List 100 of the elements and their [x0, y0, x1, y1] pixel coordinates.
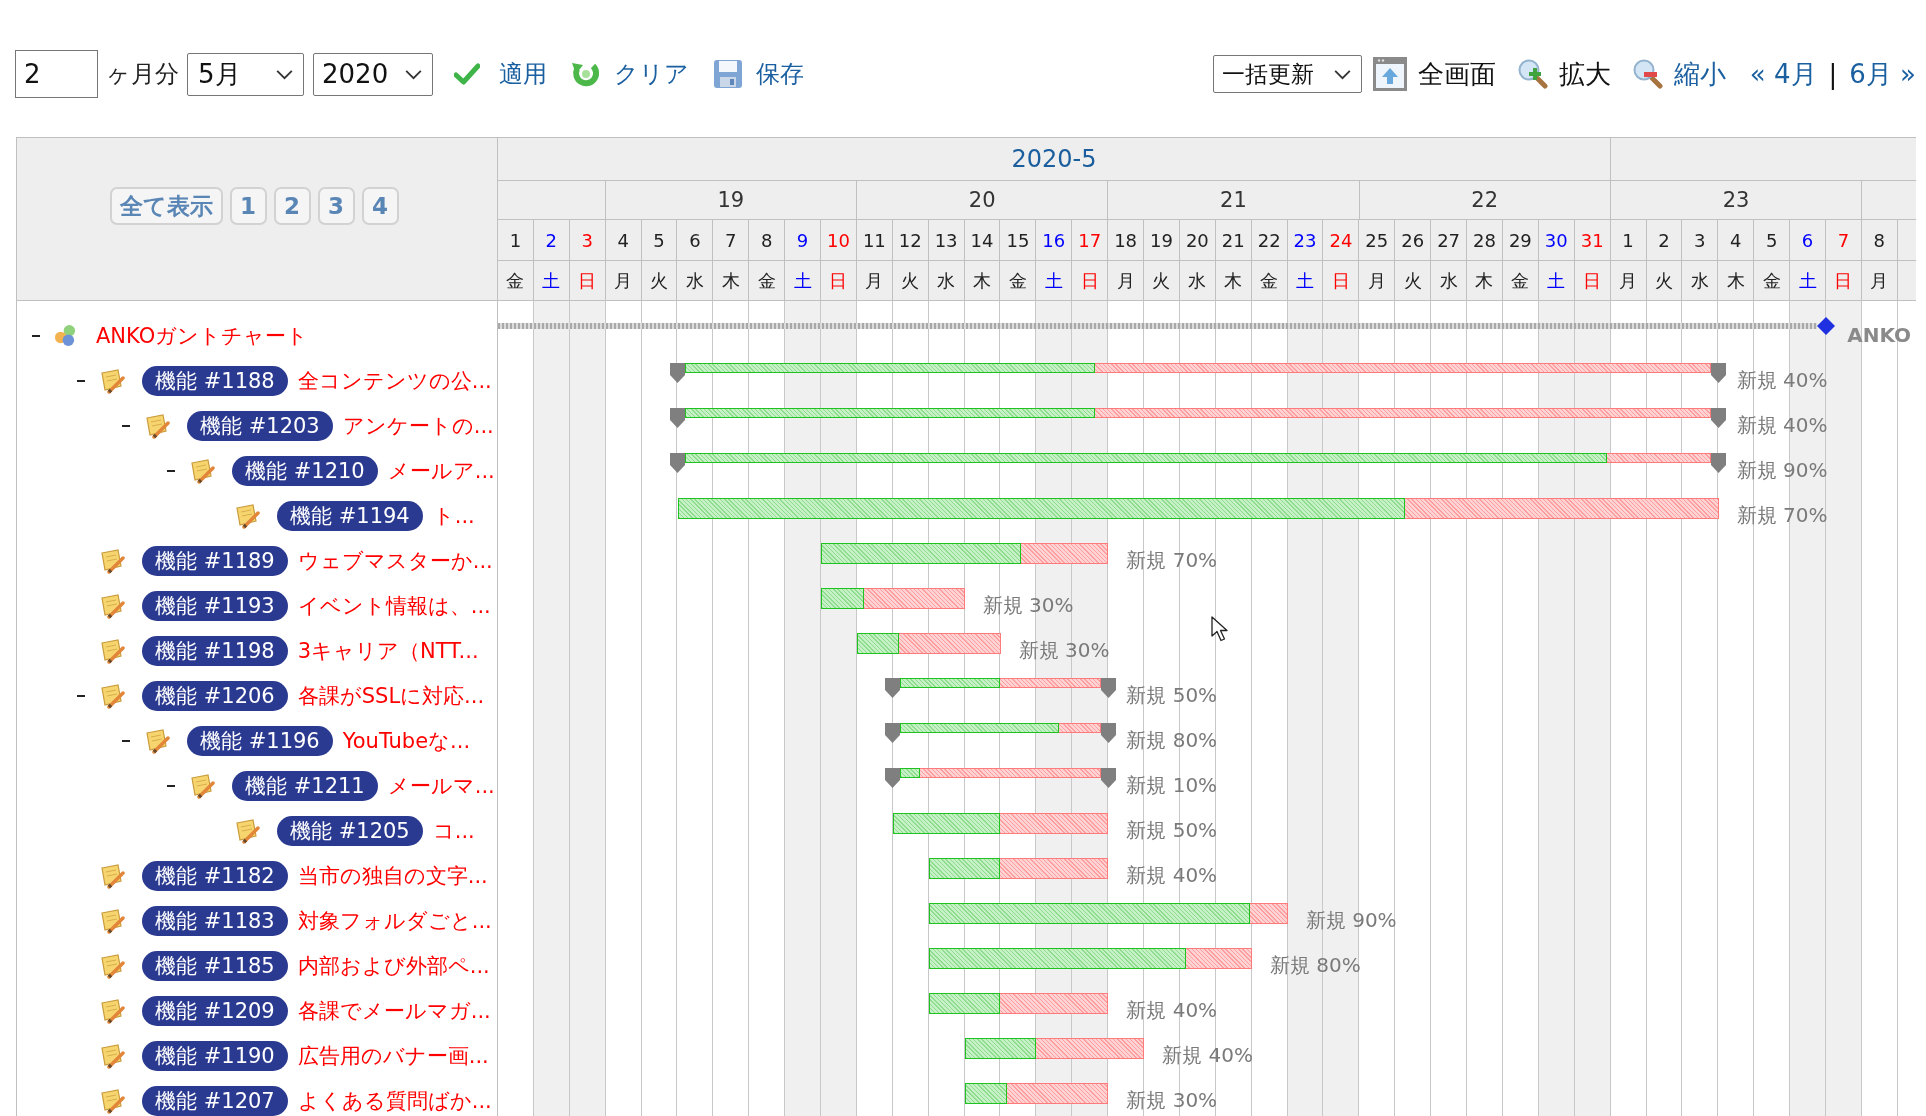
issue-tag[interactable]: 機能 #1207 — [142, 1085, 288, 1116]
task-bar[interactable] — [964, 1083, 1109, 1104]
task-bar[interactable] — [964, 1038, 1145, 1059]
note-pencil-icon — [99, 952, 125, 979]
bar-label: 新規 80% — [1269, 952, 1361, 979]
task-title[interactable]: メールア... — [387, 456, 495, 485]
task-bar[interactable] — [928, 993, 1109, 1014]
task-title[interactable]: YouTubeな... — [342, 726, 471, 755]
issue-tag[interactable]: 機能 #1211 — [232, 770, 378, 801]
bar-label: 新規 40% — [1126, 997, 1218, 1024]
day-cell: 5 — [1754, 220, 1791, 260]
task-title[interactable]: よくある質問ばか... — [297, 1086, 492, 1115]
week-cell: 22 — [1359, 181, 1611, 219]
task-title[interactable]: 3キャリア（NTT... — [297, 636, 479, 665]
task-bar[interactable] — [857, 633, 1001, 654]
bar-label: 新規 30% — [1018, 637, 1110, 664]
bar-cap-icon — [1711, 363, 1727, 383]
issue-tag[interactable]: 機能 #1190 — [142, 1040, 288, 1071]
months-field[interactable]: 2 — [15, 50, 98, 98]
task-bar[interactable] — [821, 588, 965, 609]
task-title[interactable]: 内部および外部ペ... — [297, 951, 490, 980]
issue-tag[interactable]: 機能 #1198 — [142, 635, 288, 666]
next-month-link[interactable]: 6月 » — [1849, 56, 1916, 92]
day-cell: 12 — [892, 220, 929, 260]
level-button[interactable]: 4 — [361, 187, 399, 225]
task-title[interactable]: 対象フォルダごと... — [297, 906, 492, 935]
clear-link[interactable]: クリア — [571, 58, 689, 90]
day-cell: 20 — [1179, 220, 1216, 260]
issue-tag[interactable]: 機能 #1183 — [142, 905, 288, 936]
level-button[interactable]: 1 — [229, 187, 267, 225]
bar-cap-icon — [885, 678, 901, 698]
project-title[interactable]: ANKOガントチャート — [96, 321, 309, 350]
day-cell: 9 — [785, 220, 821, 260]
task-title[interactable]: 広告用のバナー画... — [297, 1041, 489, 1070]
task-title[interactable]: 各課がSSLに対応... — [297, 681, 485, 710]
bar-label: 新規 90% — [1736, 457, 1828, 484]
level-button[interactable]: 2 — [273, 187, 311, 225]
note-pencil-icon — [99, 862, 125, 889]
issue-tag[interactable]: 機能 #1194 — [277, 500, 423, 531]
issue-tag[interactable]: 機能 #1188 — [142, 365, 288, 396]
bulk-update-select[interactable]: 一括更新 — [1212, 55, 1362, 93]
issue-tag[interactable]: 機能 #1209 — [142, 995, 288, 1026]
apply-link[interactable]: 適用 — [454, 58, 547, 90]
day-cell: 26 — [1395, 220, 1432, 260]
summary-bar[interactable] — [900, 678, 1101, 688]
bar-label: 新規 70% — [1126, 547, 1218, 574]
day-cell: 17 — [1072, 220, 1109, 260]
task-title[interactable]: 全コンテンツの公... — [297, 366, 492, 395]
note-pencil-icon — [99, 1087, 125, 1114]
issue-tag[interactable]: 機能 #1196 — [187, 725, 333, 756]
show-all-button[interactable]: 全て表示 — [109, 187, 223, 225]
issue-tag[interactable]: 機能 #1206 — [142, 680, 288, 711]
day-cell: 5 — [641, 220, 678, 260]
weekday-cell: 火 — [1395, 261, 1432, 300]
weekday-cell: 水 — [928, 261, 965, 300]
bar-label: 新規 80% — [1126, 727, 1218, 754]
note-pencil-icon — [99, 682, 125, 709]
summary-bar[interactable] — [685, 408, 1712, 418]
task-bar[interactable] — [677, 498, 1719, 519]
issue-tag[interactable]: 機能 #1205 — [277, 815, 423, 846]
issue-tag[interactable]: 機能 #1185 — [142, 950, 288, 981]
issue-tag[interactable]: 機能 #1193 — [142, 590, 288, 621]
level-button[interactable]: 3 — [317, 187, 355, 225]
task-bar[interactable] — [892, 813, 1109, 834]
task-bar[interactable] — [821, 543, 1109, 564]
save-link[interactable]: 保存 — [713, 58, 804, 90]
bar-cap-icon — [1100, 768, 1116, 788]
task-bar[interactable] — [928, 948, 1252, 969]
month-select[interactable]: 5月 — [187, 52, 304, 96]
task-title[interactable]: メールマ... — [387, 771, 495, 800]
task-title[interactable]: ウェブマスターか... — [297, 546, 493, 575]
issue-tag[interactable]: 機能 #1182 — [142, 860, 288, 891]
task-title[interactable]: 当市の独自の文字... — [297, 861, 488, 890]
prev-month-link[interactable]: « 4月 — [1749, 56, 1817, 92]
issue-tag[interactable]: 機能 #1210 — [232, 455, 378, 486]
summary-bar[interactable] — [900, 768, 1101, 778]
task-title[interactable]: イベント情報は、... — [297, 591, 491, 620]
task-title[interactable]: 各課でメールマガ... — [297, 996, 491, 1025]
weekday-cell: 日 — [1574, 261, 1611, 300]
chevron-down-icon — [1332, 68, 1352, 80]
weekday-cell: 水 — [1179, 261, 1216, 300]
issue-tag[interactable]: 機能 #1203 — [187, 410, 333, 441]
note-pencil-icon — [99, 592, 125, 619]
task-title[interactable]: アンケートの... — [342, 411, 494, 440]
day-cell: 8 — [1861, 220, 1898, 260]
issue-tag[interactable]: 機能 #1189 — [142, 545, 288, 576]
task-title[interactable]: コ... — [432, 816, 475, 845]
task-bar[interactable] — [928, 858, 1109, 879]
summary-bar[interactable] — [685, 363, 1712, 373]
weekday-cell: 日 — [569, 261, 606, 300]
zoom-out-link[interactable]: 縮小 — [1632, 56, 1726, 92]
weekday-cell: 金 — [1754, 261, 1791, 300]
year-select[interactable]: 2020 — [313, 52, 433, 96]
bar-label: 新規 90% — [1305, 907, 1397, 934]
task-title[interactable]: ト... — [432, 501, 475, 530]
day-cell: 28 — [1467, 220, 1503, 260]
weekday-cell: 土 — [1790, 261, 1826, 300]
bar-cap-icon — [885, 723, 901, 743]
summary-bar[interactable] — [900, 723, 1101, 733]
day-cell: 3 — [1682, 220, 1719, 260]
